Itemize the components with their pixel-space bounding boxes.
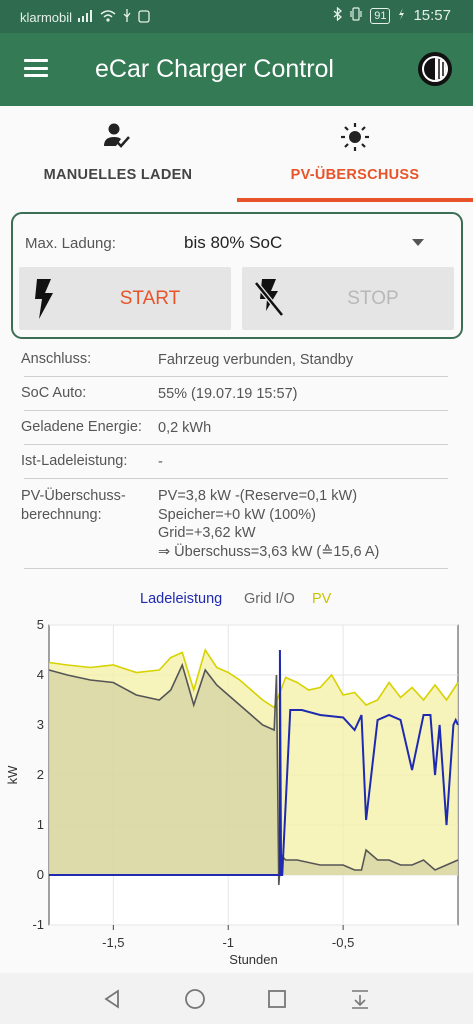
clock: 15:57	[413, 7, 451, 24]
legend-grid: Grid I/O	[244, 591, 295, 607]
stop-label: STOP	[347, 288, 399, 309]
y-tick-label: 5	[37, 617, 44, 632]
info-value-line: Speicher=+0 kW (100%)	[158, 506, 316, 523]
notification-pull-icon[interactable]	[349, 988, 371, 1010]
max-charge-dropdown[interactable]: bis 80% SoC	[184, 233, 282, 253]
divider	[24, 444, 448, 445]
info-key: SoC Auto:	[21, 385, 87, 401]
sun-icon	[341, 123, 369, 151]
system-nav-bar	[0, 973, 473, 1024]
signal-icon	[78, 10, 94, 25]
x-tick-label: -1	[222, 935, 234, 950]
charging-icon	[398, 8, 405, 23]
info-value: 0,2 kWh	[158, 420, 212, 436]
person-check-icon	[104, 123, 130, 148]
bluetooth-icon	[333, 6, 343, 24]
back-icon[interactable]	[102, 989, 122, 1009]
x-tick-label: -0,5	[332, 935, 354, 950]
start-button[interactable]: START	[19, 267, 231, 330]
charge-control-card: Max. Ladung: bis 80% SoC START STOP	[11, 212, 463, 339]
y-axis-label: kW	[5, 765, 20, 785]
flash-icon	[35, 279, 53, 319]
divider	[24, 568, 448, 569]
tab-manual-charging[interactable]: MANUELLES LADEN	[0, 106, 236, 202]
contrast-icon[interactable]	[417, 51, 453, 87]
app-title: eCar Charger Control	[95, 55, 334, 83]
info-value-line: Grid=+3,62 kW	[158, 525, 256, 541]
stop-button[interactable]: STOP	[242, 267, 454, 330]
info-key: Geladene Energie:	[21, 419, 142, 435]
info-key: Anschluss:	[21, 351, 92, 367]
active-tab-indicator	[237, 198, 473, 202]
divider	[24, 376, 448, 377]
legend-pv: PV	[312, 591, 332, 607]
y-tick-label: 2	[37, 767, 44, 782]
app-notification-icon	[138, 9, 150, 26]
menu-icon[interactable]	[24, 59, 48, 77]
info-key: Ist-Ladeleistung:	[21, 453, 128, 469]
recents-icon[interactable]	[267, 989, 287, 1009]
divider	[24, 410, 448, 411]
y-tick-label: 1	[37, 817, 44, 832]
dropdown-arrow-icon[interactable]	[412, 239, 424, 246]
start-label: START	[119, 288, 181, 309]
x-tick-label: -1,5	[102, 935, 124, 950]
info-value-line: ⇒ Überschuss=3,63 kW (≙15,6 A)	[158, 543, 380, 560]
carrier-name: klarmobil	[20, 10, 73, 25]
wifi-icon	[100, 10, 116, 25]
tab-label: MANUELLES LADEN	[43, 167, 193, 183]
tab-pv-surplus[interactable]: PV-ÜBERSCHUSS	[237, 106, 473, 202]
max-charge-label: Max. Ladung:	[25, 235, 116, 252]
home-icon[interactable]	[184, 988, 206, 1010]
info-value: -	[158, 454, 163, 470]
battery-level: 91	[370, 7, 391, 24]
info-key: PV-Überschuss- berechnung:	[21, 488, 126, 523]
y-tick-label: 4	[37, 667, 44, 682]
app-bar: eCar Charger Control	[0, 33, 473, 106]
status-bar: klarmobil 91 15:57	[0, 0, 473, 33]
tab-label: PV-ÜBERSCHUSS	[290, 167, 420, 183]
y-tick-label: 0	[37, 867, 44, 882]
vibrate-icon	[350, 7, 362, 24]
flash-off-icon	[254, 279, 284, 317]
info-value: 55% (19.07.19 15:57)	[158, 386, 298, 402]
legend-ladeleistung: Ladeleistung	[140, 591, 223, 607]
y-tick-label: -1	[32, 917, 44, 932]
info-value: Fahrzeug verbunden, Standby	[158, 352, 354, 368]
power-chart: 5 4 3 2 1 0 -1 -1,5 -1 -0,5 Stunden kW	[5, 617, 459, 967]
y-tick-label: 3	[37, 717, 44, 732]
tab-bar: MANUELLES LADEN PV-ÜBERSCHUSS	[0, 106, 473, 202]
usb-icon	[122, 9, 132, 26]
divider	[24, 478, 448, 479]
info-value-line: PV=3,8 kW -(Reserve=0,1 kW)	[158, 488, 358, 504]
x-axis-label: Stunden	[229, 952, 277, 967]
